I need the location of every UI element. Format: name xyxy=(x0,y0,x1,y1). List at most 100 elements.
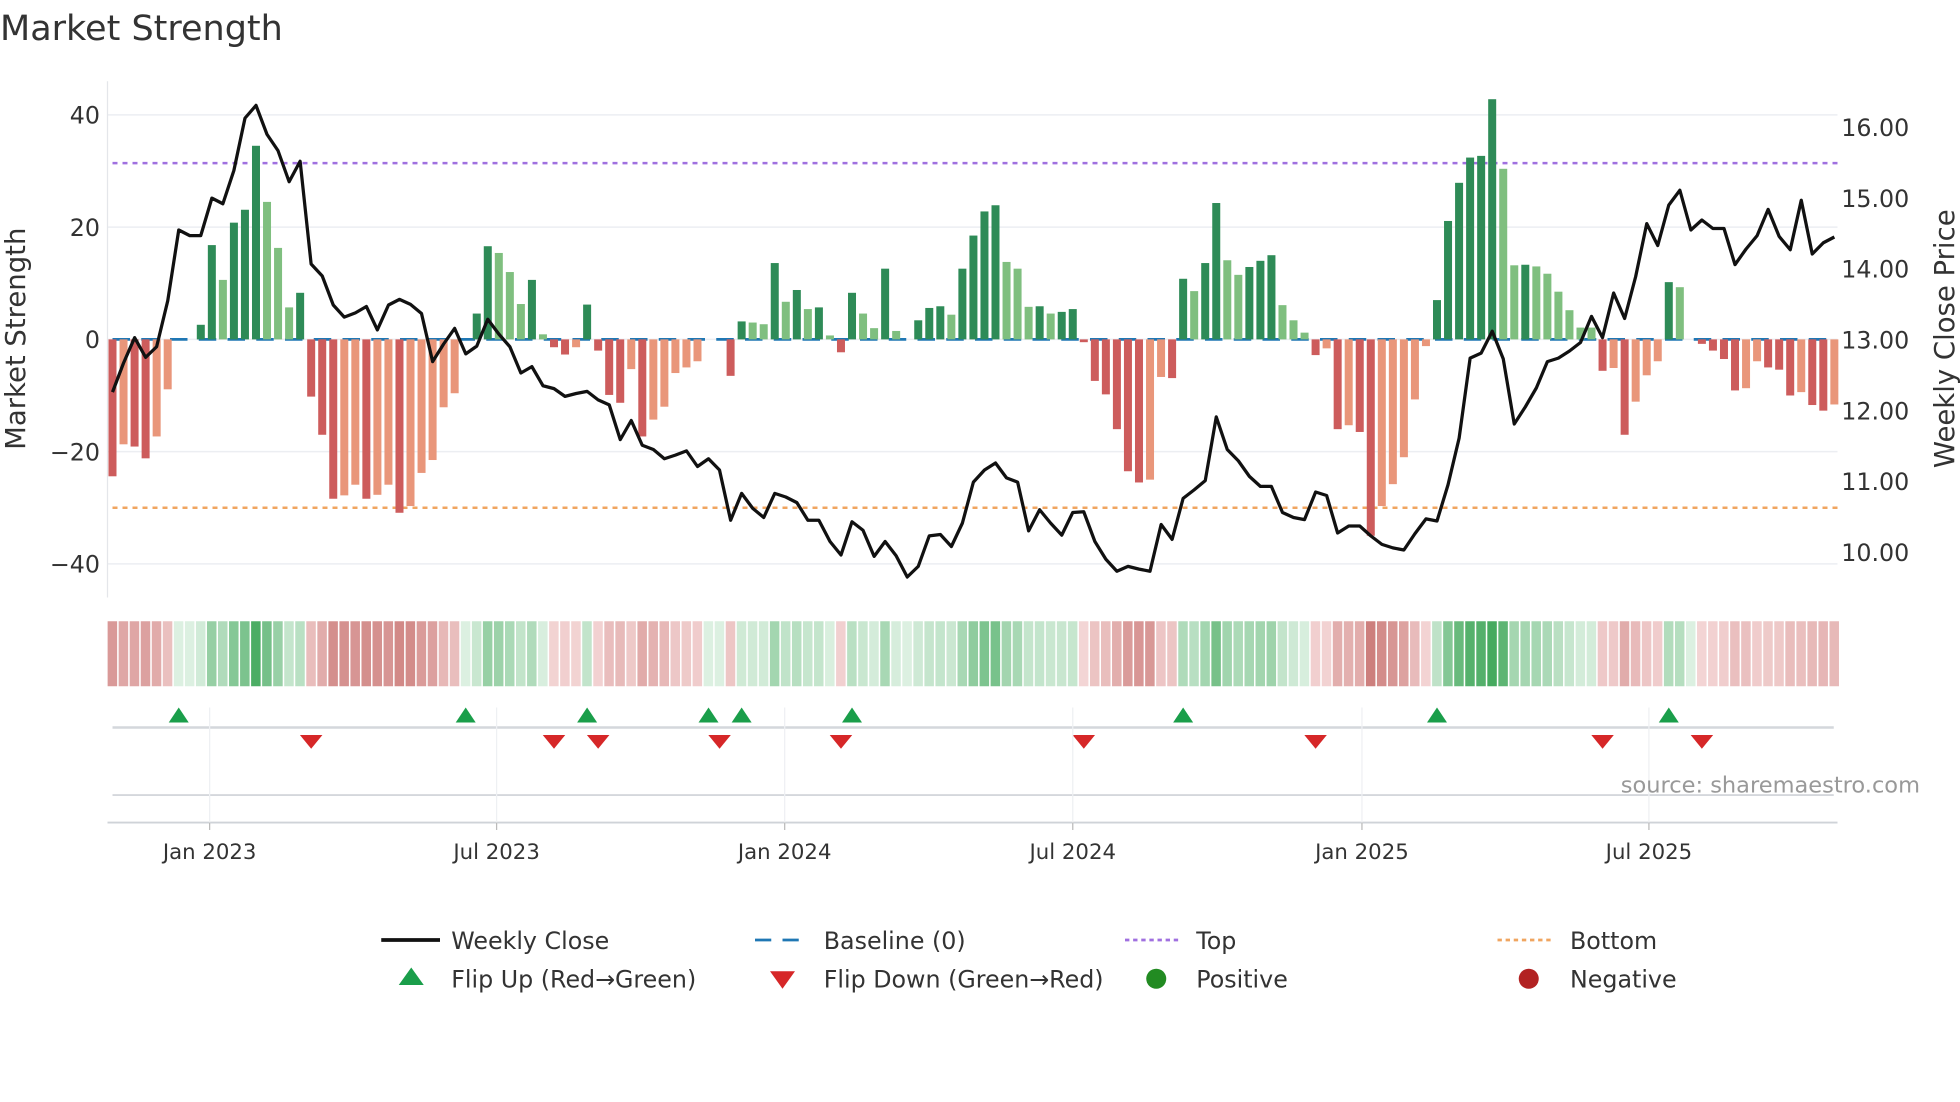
strength-bar xyxy=(770,263,779,340)
strip-cell xyxy=(1608,621,1619,687)
strength-bar xyxy=(881,268,890,340)
strength-bar xyxy=(1355,339,1364,432)
strip-cell xyxy=(593,621,603,687)
strength-bar xyxy=(969,235,978,340)
flip-down-marker xyxy=(1304,735,1327,749)
strength-bar xyxy=(1068,309,1077,340)
strip-cell xyxy=(427,621,438,687)
strip-cell xyxy=(405,621,416,687)
strength-bar xyxy=(682,339,691,368)
flip-down-marker xyxy=(1072,735,1096,749)
strength-bar xyxy=(373,339,382,495)
strength-bar xyxy=(505,272,514,340)
strength-bar xyxy=(1234,274,1243,340)
strip-cell xyxy=(1277,621,1288,687)
legend-item: Flip Down (Green→Red) xyxy=(770,966,1104,994)
strip-cell xyxy=(1619,621,1630,687)
strength-bar xyxy=(1433,300,1441,340)
weekly-close-line-path xyxy=(110,103,1836,579)
strength-bar xyxy=(1267,255,1276,340)
strength-bar xyxy=(1013,268,1022,340)
strip-cell xyxy=(913,621,923,687)
flip-up-marker xyxy=(731,707,752,723)
strip-cell xyxy=(615,621,625,687)
strength-bar xyxy=(285,307,294,340)
strip-cell xyxy=(129,621,140,687)
strength-bar xyxy=(1134,339,1143,483)
strength-bar xyxy=(1499,168,1508,340)
strip-cell xyxy=(1630,621,1641,687)
y-right-tick-label: 10.00 xyxy=(1841,539,1909,567)
legend-label: Negative xyxy=(1570,966,1677,994)
strength-bar xyxy=(1024,306,1033,340)
strength-bar xyxy=(1157,339,1166,377)
strength-bar xyxy=(1190,291,1199,340)
legend-label: Weekly Close xyxy=(451,927,609,955)
strip-cell xyxy=(626,621,636,687)
strength-bar xyxy=(925,307,934,340)
strength-bar xyxy=(836,339,845,353)
strip-cell xyxy=(648,621,658,687)
strip-cell xyxy=(1387,621,1398,687)
strength-bar xyxy=(1421,339,1430,347)
flip-down-marker xyxy=(1690,735,1714,749)
strength-bar xyxy=(1488,99,1497,340)
strength-bar xyxy=(1786,339,1795,396)
strip-cell xyxy=(1454,621,1464,687)
legend-item: Bottom xyxy=(1497,927,1657,955)
strip-cell xyxy=(1211,621,1221,687)
strength-bar xyxy=(417,339,426,473)
strength-bar xyxy=(1631,339,1640,402)
strength-bar xyxy=(351,339,360,485)
strip-cell xyxy=(1222,621,1232,687)
strip-cell xyxy=(328,621,338,687)
strength-bar xyxy=(814,307,823,340)
strength-bar xyxy=(693,339,702,362)
strip-cell xyxy=(1321,621,1332,687)
strip-cell xyxy=(1674,621,1685,687)
y-tick-label: 40 xyxy=(70,102,100,130)
strength-bar xyxy=(1543,273,1552,340)
strip-cell xyxy=(1255,621,1266,687)
strip-cell xyxy=(218,621,228,687)
strip-cell xyxy=(703,621,714,687)
strip-cell xyxy=(1410,621,1420,687)
strength-bar xyxy=(1742,339,1751,389)
strength-bar xyxy=(1697,339,1706,344)
strip-cell xyxy=(1089,621,1100,687)
legend-item: Positive xyxy=(1146,966,1288,994)
strip-cell xyxy=(1067,621,1078,687)
strip-cell xyxy=(284,621,294,687)
x-tick-label: Jan 2023 xyxy=(161,840,257,865)
strip-cell xyxy=(1145,621,1155,687)
strip-cell xyxy=(1542,621,1552,687)
y-axis-label-right: Weekly Close Price xyxy=(1929,209,1960,468)
flip-down-marker xyxy=(542,735,566,749)
strip-cell xyxy=(1034,621,1045,687)
strength-bar xyxy=(1123,339,1132,472)
strip-cell xyxy=(1023,621,1034,687)
legend-label: Baseline (0) xyxy=(824,927,966,955)
strength-bar xyxy=(1377,339,1386,507)
strip-cell xyxy=(1763,621,1773,687)
strength-bar xyxy=(859,313,868,340)
strength-bar xyxy=(1532,266,1541,340)
flip-down-marker xyxy=(708,735,731,749)
strip-cell xyxy=(383,621,394,687)
strength-bar xyxy=(1245,266,1254,340)
strength-bar xyxy=(340,339,349,496)
strip-cell xyxy=(935,621,945,687)
legend-item: Negative xyxy=(1518,966,1677,994)
legend-label: Flip Down (Green→Red) xyxy=(824,966,1104,994)
strength-bar xyxy=(726,339,735,376)
strip-cell xyxy=(1189,621,1199,687)
strength-heat-strip xyxy=(107,621,1839,687)
strength-bar xyxy=(605,339,614,395)
strip-cell xyxy=(206,621,217,687)
source-label: source: sharemaestro.com xyxy=(1621,773,1920,799)
legend-item: Baseline (0) xyxy=(755,927,966,955)
strength-bars xyxy=(108,99,1839,536)
y-right-tick-label: 11.00 xyxy=(1841,468,1909,496)
strength-bar xyxy=(1201,263,1210,340)
strength-bar xyxy=(329,339,338,499)
